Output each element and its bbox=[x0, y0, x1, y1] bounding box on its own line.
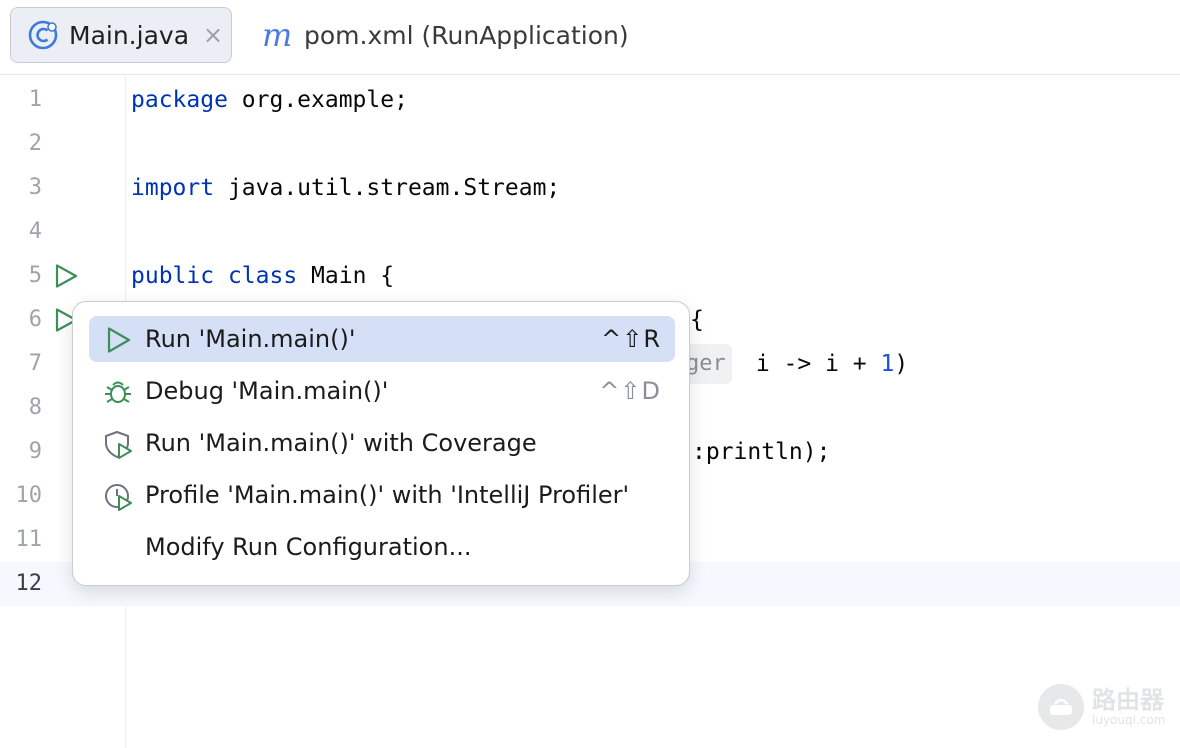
line-number: 3 bbox=[28, 175, 42, 200]
code-text: i -> i + bbox=[742, 351, 881, 377]
line-number: 1 bbox=[28, 87, 42, 112]
code-text: java.util.stream.Stream; bbox=[214, 175, 561, 201]
menu-item-label: Run 'Main.main()' with Coverage bbox=[145, 429, 537, 457]
run-gutter-icon[interactable] bbox=[53, 263, 79, 289]
watermark-logo: 路由器 luyouqi.com bbox=[1038, 684, 1165, 730]
line-number: 5 bbox=[28, 263, 42, 288]
menu-item-modify-config[interactable]: Modify Run Configuration... bbox=[89, 524, 675, 570]
code-line[interactable]: 2 bbox=[0, 122, 1180, 166]
menu-item-run[interactable]: Run 'Main.main()' ^⇧R bbox=[89, 316, 675, 362]
code-text: :println); bbox=[692, 439, 831, 465]
line-number: 12 bbox=[15, 571, 43, 596]
code-text: Main { bbox=[297, 263, 395, 289]
keyword: public bbox=[131, 263, 215, 289]
code-line[interactable]: 5 public class Main { bbox=[0, 254, 1180, 298]
menu-item-label: Modify Run Configuration... bbox=[145, 533, 472, 561]
close-icon[interactable]: × bbox=[203, 21, 223, 49]
router-icon bbox=[1038, 684, 1084, 730]
code-text: import java.util.stream.Stream; bbox=[131, 166, 560, 210]
menu-item-label: Profile 'Main.main()' with 'IntelliJ Pro… bbox=[145, 481, 630, 509]
watermark-text: 路由器 bbox=[1092, 686, 1164, 714]
code-text: package org.example; bbox=[131, 78, 408, 122]
coverage-icon bbox=[105, 430, 132, 459]
keyword: package bbox=[131, 87, 228, 113]
line-number: 7 bbox=[28, 351, 42, 376]
code-text: { bbox=[690, 307, 704, 333]
line-number: 10 bbox=[15, 483, 43, 508]
profiler-icon bbox=[105, 484, 132, 511]
tab-main-java[interactable]: Main.java × bbox=[10, 7, 232, 63]
menu-item-profile[interactable]: Profile 'Main.main()' with 'IntelliJ Pro… bbox=[89, 472, 675, 518]
tab-label: pom.xml (RunApplication) bbox=[304, 20, 629, 50]
code-line[interactable]: 1 package org.example; bbox=[0, 78, 1180, 122]
code-line[interactable]: 4 bbox=[0, 210, 1180, 254]
tab-label: Main.java bbox=[69, 20, 190, 50]
editor-tab-bar: Main.java × m pom.xml (RunApplication) bbox=[0, 0, 1180, 75]
shortcut-label: ^⇧D bbox=[599, 377, 661, 405]
menu-item-coverage[interactable]: Run 'Main.main()' with Coverage bbox=[89, 420, 675, 466]
shortcut-label: ^⇧R bbox=[601, 325, 661, 353]
maven-icon: m bbox=[262, 16, 293, 54]
line-number: 6 bbox=[28, 307, 42, 332]
run-context-popup: Run 'Main.main()' ^⇧R Debug 'Main.main()… bbox=[72, 301, 690, 586]
run-icon bbox=[107, 327, 131, 353]
keyword: import bbox=[131, 175, 215, 201]
code-line[interactable]: 3 import java.util.stream.Stream; bbox=[0, 166, 1180, 210]
tab-pom-xml[interactable]: m pom.xml (RunApplication) bbox=[256, 7, 629, 63]
line-number: 2 bbox=[28, 131, 42, 156]
line-number: 9 bbox=[28, 439, 42, 464]
debug-icon bbox=[105, 381, 131, 403]
menu-item-debug[interactable]: Debug 'Main.main()' ^⇧D bbox=[89, 368, 675, 414]
line-number: 4 bbox=[28, 219, 42, 244]
line-number: 11 bbox=[15, 527, 43, 552]
menu-item-label: Run 'Main.main()' bbox=[145, 325, 356, 353]
keyword: class bbox=[227, 263, 298, 289]
watermark-url: luyouqi.com bbox=[1092, 713, 1166, 727]
code-text: i -> i + 1) bbox=[742, 342, 908, 386]
number-literal: 1 bbox=[880, 351, 895, 377]
menu-item-label: Debug 'Main.main()' bbox=[145, 377, 389, 405]
line-number: 8 bbox=[28, 395, 42, 420]
code-text: ) bbox=[894, 351, 909, 377]
java-class-icon bbox=[27, 19, 59, 51]
code-text: public class Main { bbox=[131, 254, 394, 298]
code-text: org.example; bbox=[227, 87, 408, 113]
